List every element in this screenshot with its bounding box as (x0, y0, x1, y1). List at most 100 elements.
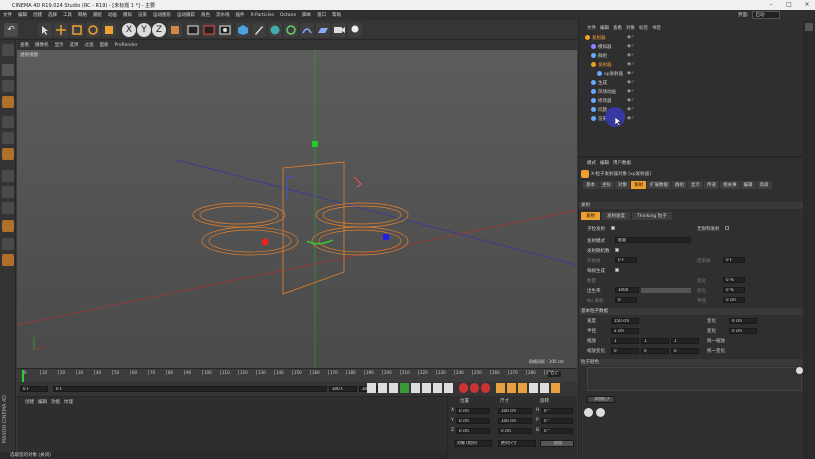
attribute-tab[interactable]: 群组 (672, 181, 687, 189)
attribute-menu-item[interactable]: 模式 (587, 160, 596, 166)
object-row[interactable]: xp发射器 ◉✓ (579, 69, 804, 78)
current-frame-field[interactable]: 0 F (548, 372, 561, 377)
object-manager-menu-item[interactable]: 标签 (639, 25, 648, 31)
key-scale-icon[interactable] (507, 383, 516, 393)
birth-rate-slider[interactable] (641, 288, 691, 293)
edges-mode-icon[interactable] (2, 132, 14, 144)
keyframe-selection-icon[interactable] (481, 383, 490, 393)
visibility-toggle-icon[interactable]: ◉✓ (627, 71, 635, 76)
attribute-menu-item[interactable]: 用户数据 (613, 160, 631, 166)
particle-field-input[interactable]: 2 cm (611, 328, 639, 334)
end-frame-input[interactable]: 0 F (723, 257, 745, 263)
render-picture-viewer-icon[interactable] (202, 23, 216, 37)
attribute-tab[interactable]: 编辑 (740, 181, 756, 189)
particle-field-input[interactable]: 150 cm (611, 318, 639, 324)
visibility-toggle-icon[interactable]: ◉✓ (627, 116, 635, 121)
object-row[interactable]: 修改器 ◉✓ (579, 96, 804, 105)
visibility-toggle-icon[interactable]: ◉✓ (627, 89, 635, 94)
menu-item[interactable]: 渲染 (135, 12, 150, 18)
emission-subtab[interactable]: 发射速度 (602, 212, 630, 220)
menu-item[interactable]: 编辑 (15, 12, 30, 18)
attribute-tab[interactable]: 对象 (615, 181, 630, 189)
menu-item[interactable]: 角色 (198, 12, 213, 18)
time-slider[interactable]: 0 F (53, 386, 327, 392)
emission-subtab[interactable]: 发射 (581, 212, 600, 220)
position-input[interactable]: 0 cm (456, 408, 490, 414)
rotation-input[interactable]: 0 ° (541, 428, 573, 434)
material-menu-item[interactable]: 编辑 (38, 399, 47, 405)
viewport-menu-item[interactable]: ProRender (112, 43, 141, 48)
size-input[interactable]: 0 cm (498, 428, 532, 434)
rate-var-input-2[interactable]: 0 % (723, 287, 745, 293)
visibility-toggle-icon[interactable]: ◉✓ (627, 107, 635, 112)
viewport-menu-item[interactable]: 选项 (67, 42, 82, 48)
menu-item[interactable]: 模拟 (120, 12, 135, 18)
loop-checkbox[interactable] (725, 226, 729, 230)
coord-mode-select[interactable]: 对象 (相对) (454, 440, 492, 447)
object-row[interactable]: 发射器 ◉✓ (579, 60, 804, 69)
size-mode-select[interactable]: 绝对尺寸 (498, 440, 536, 447)
close-icon[interactable]: × (799, 0, 815, 10)
rotate-tool-icon[interactable] (86, 23, 100, 37)
material-menu-item[interactable]: 创建 (25, 399, 34, 405)
node-icon[interactable] (584, 408, 593, 417)
object-row[interactable]: 模拟器 ◉✓ (579, 42, 804, 51)
locked-workplane-icon[interactable] (2, 254, 14, 266)
visibility-toggle-icon[interactable]: ◉✓ (627, 62, 635, 67)
particle-x-input[interactable]: 0 (611, 348, 639, 354)
visibility-toggle-icon[interactable]: ◉✓ (627, 53, 635, 58)
move-tool-icon[interactable] (54, 23, 68, 37)
menu-item[interactable]: 插件 (233, 12, 248, 18)
particle-var-input[interactable]: 0 cm (729, 328, 757, 334)
viewport-menu-item[interactable]: 摄像机 (32, 42, 52, 48)
object-manager-menu-item[interactable]: 编辑 (600, 25, 609, 31)
menu-item[interactable]: 运动跟踪 (174, 12, 198, 18)
key-position-icon[interactable] (496, 383, 505, 393)
object-row[interactable]: 风场动画 ◉✓ (579, 87, 804, 96)
attribute-tab[interactable]: 高级 (756, 181, 772, 189)
birth-rate-input[interactable]: 1000 (615, 287, 639, 293)
apply-button[interactable]: 应用 (540, 440, 574, 447)
position-input[interactable]: 0 cm (456, 418, 490, 424)
particle-var-input[interactable]: 0 cm (729, 318, 757, 324)
layout-select[interactable]: 启动 (751, 11, 780, 19)
object-manager-menu-item[interactable]: 书签 (652, 25, 661, 31)
attribute-tab[interactable]: 坐标 (599, 181, 614, 189)
scale-tool-icon[interactable] (70, 23, 84, 37)
menu-item[interactable]: 网格 (75, 12, 90, 18)
attribute-tab[interactable]: 相关事 (720, 181, 740, 189)
attribute-menu-item[interactable]: 编辑 (600, 160, 609, 166)
light-icon[interactable] (348, 23, 362, 37)
coordinate-system-icon[interactable] (168, 23, 182, 37)
object-manager-menu-item[interactable]: 查看 (613, 25, 622, 31)
object-manager-menu-item[interactable]: 文件 (587, 25, 596, 31)
undo-icon[interactable]: ↶ (4, 23, 18, 37)
visibility-toggle-icon[interactable]: ◉✓ (627, 44, 635, 49)
material-menu-item[interactable]: 功能 (51, 399, 60, 405)
maximize-icon[interactable]: □ (781, 0, 797, 10)
go-to-end-icon[interactable] (433, 383, 442, 393)
next-key-icon[interactable] (422, 383, 431, 393)
emit-rand-checkbox[interactable] (615, 248, 619, 252)
material-menu-item[interactable]: 纹理 (64, 399, 73, 405)
particle-z-input[interactable]: 0 (671, 348, 699, 354)
visibility-toggle-icon[interactable]: ◉✓ (627, 35, 635, 40)
x-axis-lock-icon[interactable]: X (122, 23, 136, 37)
object-row[interactable]: 群组 ◉✓ (579, 51, 804, 60)
half-input[interactable]: 0 cm (723, 297, 745, 303)
size-input[interactable]: 100 cm (498, 418, 532, 424)
tweak-mode-icon[interactable] (2, 186, 14, 198)
size-input[interactable]: 100 cm (498, 408, 532, 414)
emit-mode-select[interactable]: 批量 (615, 237, 691, 243)
rate-var-input[interactable]: 0 % (723, 277, 745, 283)
menu-item[interactable]: 流水线 (213, 12, 233, 18)
menu-item[interactable]: 选择 (45, 12, 60, 18)
viewport-menu-item[interactable]: 过滤 (82, 42, 97, 48)
next-frame-icon[interactable] (411, 383, 420, 393)
menu-item[interactable]: 捕捉 (90, 12, 105, 18)
soft-selection-icon[interactable] (2, 202, 14, 214)
attribute-tab[interactable]: 基本 (583, 181, 598, 189)
born-checkbox[interactable] (611, 226, 615, 230)
color-reset-icon[interactable] (796, 367, 803, 374)
render-view-icon[interactable] (186, 23, 200, 37)
